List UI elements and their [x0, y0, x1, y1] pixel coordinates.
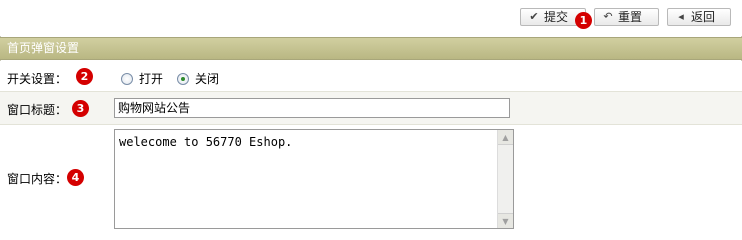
annotation-badge-2: 2: [76, 68, 93, 85]
annotation-badge-3: 3: [72, 100, 89, 117]
back-arrow-icon: ◂: [678, 10, 684, 23]
section-header: 首页弹窗设置: [0, 37, 742, 60]
textarea-scrollbar[interactable]: ▲ ▼: [497, 130, 513, 228]
submit-button-label: 提交: [544, 10, 569, 24]
radio-close[interactable]: [177, 72, 190, 85]
undo-icon: ↶: [603, 10, 613, 23]
content-label: 窗口内容：: [7, 172, 68, 186]
title-label: 窗口标题：: [7, 103, 68, 117]
scroll-down-icon[interactable]: ▼: [498, 213, 513, 228]
radio-open[interactable]: [121, 72, 133, 85]
back-button-label: 返回: [691, 10, 716, 24]
scroll-up-icon[interactable]: ▲: [498, 130, 513, 145]
content-textarea[interactable]: welecome to 56770 Eshop. ▲ ▼: [114, 129, 514, 229]
toolbar: ✔ 提交 ↶ 重置 ◂ 返回: [0, 0, 742, 36]
reset-button[interactable]: ↶ 重置: [594, 8, 659, 26]
title-input[interactable]: 购物网站公告: [114, 98, 510, 118]
radio-open-label: 打开: [139, 72, 164, 86]
switch-row: 开关设置： 打开 关闭: [0, 61, 742, 92]
title-row: 窗口标题： 购物网站公告: [0, 92, 742, 125]
radio-close-label: 关闭: [195, 72, 220, 86]
content-text: welecome to 56770 Eshop.: [119, 135, 293, 149]
checkmark-icon: ✔: [529, 10, 539, 23]
reset-button-label: 重置: [618, 10, 643, 24]
back-button[interactable]: ◂ 返回: [667, 8, 731, 26]
annotation-badge-4: 4: [67, 169, 84, 186]
switch-label: 开关设置：: [7, 72, 68, 86]
annotation-badge-1: 1: [575, 12, 592, 29]
content-row: 窗口内容： welecome to 56770 Eshop. ▲ ▼: [0, 125, 742, 229]
switch-radio-group: 打开 关闭: [121, 70, 233, 87]
